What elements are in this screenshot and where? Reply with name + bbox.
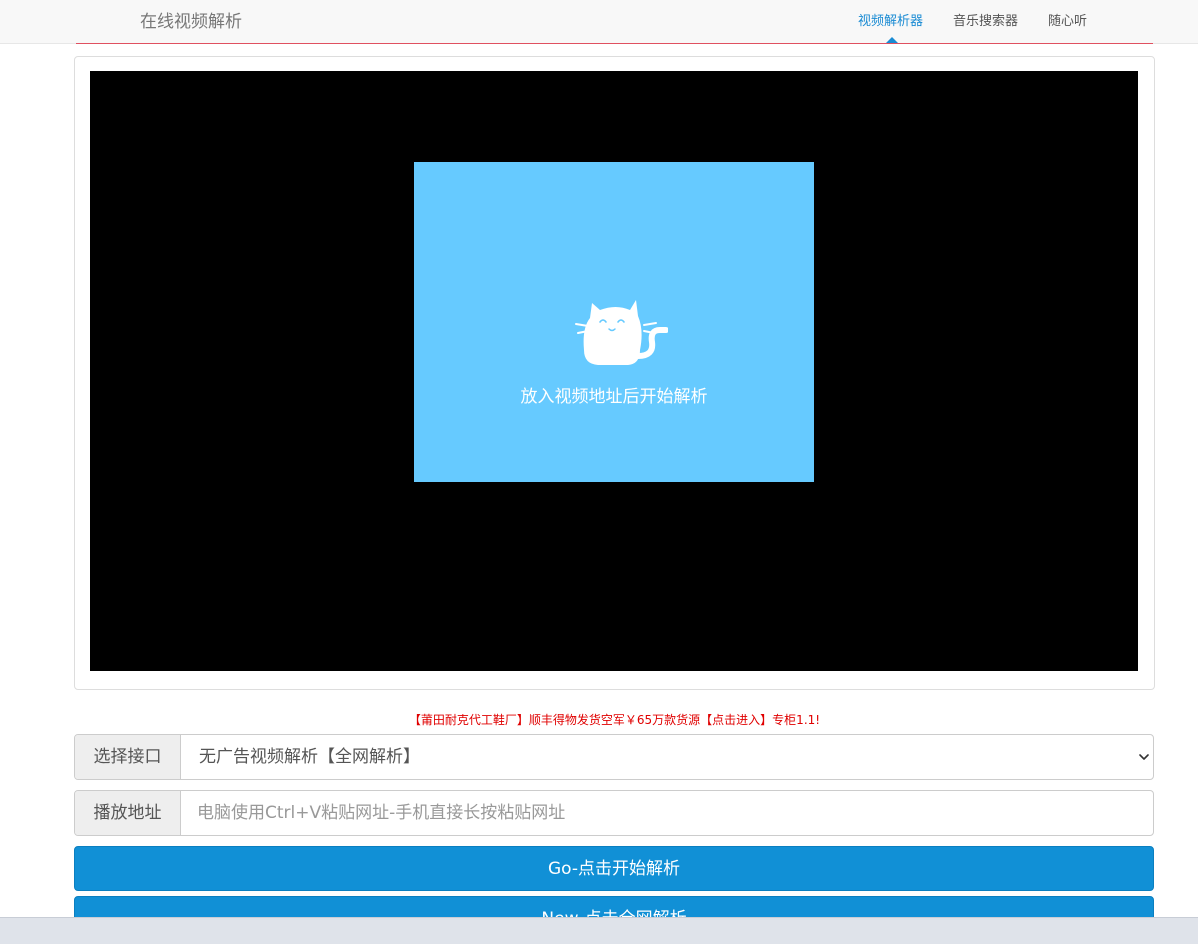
cat-icon	[575, 300, 668, 365]
chevron-down-icon	[1139, 754, 1149, 760]
site-brand[interactable]: 在线视频解析	[140, 7, 242, 32]
url-input[interactable]	[181, 791, 1153, 835]
url-input-group: 播放地址	[74, 790, 1154, 836]
header-divider	[76, 43, 1153, 44]
url-input-label: 播放地址	[75, 791, 181, 835]
top-navbar: 在线视频解析 视频解析器 音乐搜索器 随心听	[0, 0, 1198, 44]
go-parse-button[interactable]: Go-点击开始解析	[74, 846, 1154, 891]
interface-select-value: 无广告视频解析【全网解析】	[199, 747, 420, 767]
placeholder-text: 放入视频地址后开始解析	[520, 387, 708, 407]
interface-select-group: 选择接口 无广告视频解析【全网解析】	[74, 734, 1154, 780]
interface-select[interactable]: 无广告视频解析【全网解析】	[181, 735, 1153, 779]
nav-item-listen[interactable]: 随心听	[1048, 10, 1087, 29]
browser-bottom-bar	[0, 917, 1198, 944]
interface-select-label: 选择接口	[75, 735, 181, 779]
promo-link[interactable]: 【莆田耐克代工鞋厂】顺丰得物发货空军￥65万款货源【点击进入】专柜1.1!	[74, 711, 1155, 728]
nav-item-video-parser[interactable]: 视频解析器	[858, 10, 923, 29]
player-placeholder: 放入视频地址后开始解析	[414, 162, 814, 482]
nav-item-music-search[interactable]: 音乐搜索器	[953, 10, 1018, 29]
